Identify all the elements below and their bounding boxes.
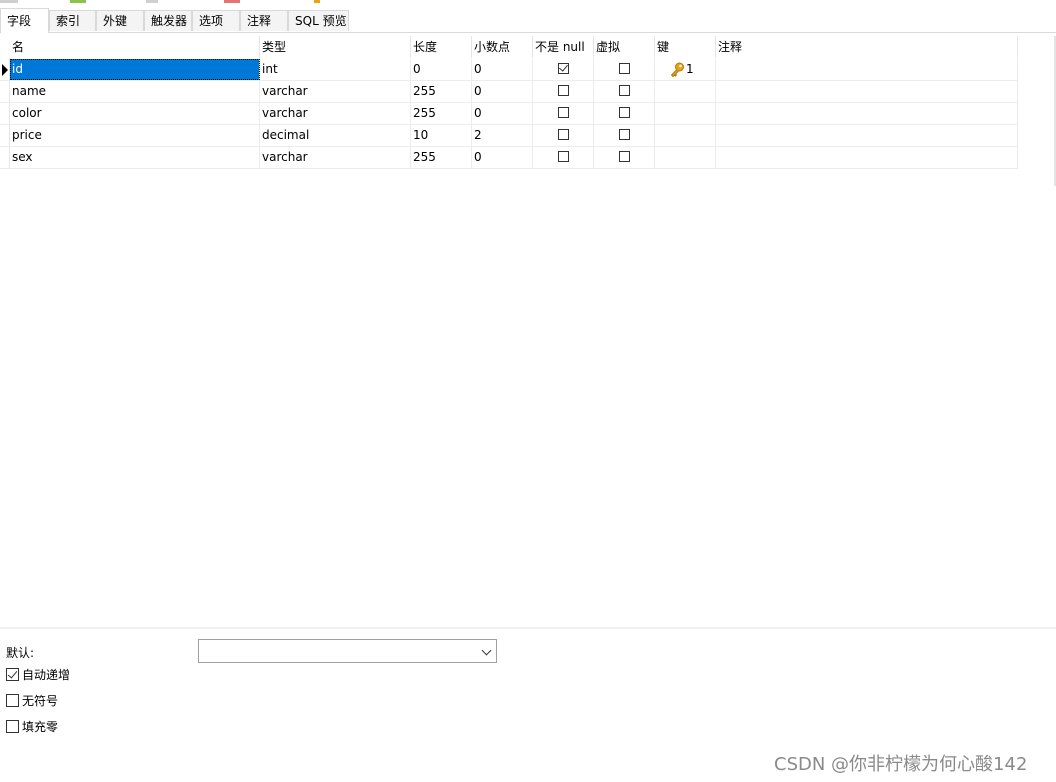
not-null-checkbox[interactable] [558,62,569,74]
field-type-cell[interactable]: varchar [260,81,411,102]
field-name-cell[interactable]: id [10,59,260,80]
unsigned-label: 无符号 [22,694,59,708]
watermark: CSDN @你非柠檬为何心酸142 [774,754,1028,775]
field-virtual-cell [594,103,655,124]
field-not-null-cell [533,59,594,80]
not-null-checkbox[interactable] [558,85,569,96]
field-decimals-cell[interactable]: 0 [472,81,533,102]
field-not-null-cell [533,103,594,124]
not-null-checkbox[interactable] [558,129,569,140]
field-comment-cell[interactable] [716,81,1018,102]
column-header-type[interactable]: 类型 [260,36,411,58]
column-header-name[interactable]: 名 [10,36,260,58]
toolbar-fragment [0,0,18,3]
field-type-cell[interactable]: decimal [260,125,411,146]
toolbar-fragment [224,0,240,3]
virtual-checkbox[interactable] [619,151,630,162]
toolbar-fragment [314,0,320,3]
current-row-pointer-icon [2,64,8,76]
field-not-null-cell [533,147,594,168]
column-header-not-null[interactable]: 不是 null [533,36,594,58]
virtual-checkbox[interactable] [619,107,630,118]
field-length-cell[interactable]: 255 [411,81,472,102]
field-comment-cell[interactable] [716,103,1018,124]
field-key-cell[interactable] [655,81,716,102]
table-row[interactable]: price decimal 10 2 [0,125,1018,147]
virtual-checkbox[interactable] [619,63,630,74]
field-key-cell[interactable] [655,147,716,168]
field-type-cell[interactable]: varchar [260,147,411,168]
table-row[interactable]: color varchar 255 0 [0,103,1018,125]
table-row[interactable]: name varchar 255 0 [0,81,1018,103]
field-decimals-cell[interactable]: 0 [472,147,533,168]
column-header-comment[interactable]: 注释 [716,36,1018,58]
field-comment-cell[interactable] [716,59,1018,80]
toolbar-fragment [70,0,86,3]
virtual-checkbox[interactable] [619,85,630,96]
chevron-down-icon[interactable] [481,645,492,656]
field-virtual-cell [594,81,655,102]
field-not-null-cell [533,81,594,102]
not-null-checkbox[interactable] [558,107,569,118]
tab-comment[interactable]: 注释 [240,10,288,31]
field-virtual-cell [594,125,655,146]
field-type-cell[interactable]: varchar [260,103,411,124]
column-header-decimals[interactable]: 小数点 [472,36,533,58]
column-header-length[interactable]: 长度 [411,36,472,58]
default-label: 默认: [6,646,35,660]
zerofill-checkbox[interactable] [6,720,19,733]
not-null-checkbox[interactable] [558,151,569,162]
tab-triggers[interactable]: 触发器 [144,10,192,31]
field-name-cell[interactable]: color [10,103,260,124]
tab-options[interactable]: 选项 [192,10,240,31]
auto-increment-label: 自动递增 [22,668,71,682]
field-virtual-cell [594,147,655,168]
field-decimals-cell[interactable]: 2 [472,125,533,146]
zerofill-label: 填充零 [22,720,59,734]
field-length-cell[interactable]: 255 [411,147,472,168]
key-order: 1 [686,62,694,76]
field-length-cell[interactable]: 0 [411,59,472,80]
field-type-cell[interactable]: int [260,59,411,80]
toolbar-fragment [146,0,158,3]
field-name-cell[interactable]: sex [10,147,260,168]
tab-foreign-keys[interactable]: 外键 [96,10,144,31]
column-header-key[interactable]: 键 [655,36,716,58]
field-name-cell[interactable]: name [10,81,260,102]
field-key-cell[interactable] [655,103,716,124]
toolbar-strip [0,0,1056,8]
field-decimals-cell[interactable]: 0 [472,103,533,124]
virtual-checkbox[interactable] [619,129,630,140]
auto-increment-checkbox[interactable] [6,668,19,681]
field-comment-cell[interactable] [716,147,1018,168]
field-key-cell[interactable] [655,125,716,146]
unsigned-checkbox[interactable] [6,694,19,707]
field-length-cell[interactable]: 255 [411,103,472,124]
field-virtual-cell [594,59,655,80]
tab-bar: 字段 索引 外键 触发器 选项 注释 SQL 预览 [0,8,1056,33]
field-comment-cell[interactable] [716,125,1018,146]
field-key-cell[interactable]: 1 [655,59,716,80]
field-not-null-cell [533,125,594,146]
tab-indexes[interactable]: 索引 [49,10,96,31]
field-decimals-cell[interactable]: 0 [472,59,533,80]
table-row[interactable]: id int 0 0 1 [0,59,1018,81]
table-row[interactable]: sex varchar 255 0 [0,147,1018,169]
field-length-cell[interactable]: 10 [411,125,472,146]
default-value-combobox[interactable] [198,639,497,663]
field-name-cell[interactable]: price [10,125,260,146]
tab-fields[interactable]: 字段 [0,8,49,33]
primary-key-icon [670,62,684,78]
tab-sql-preview[interactable]: SQL 预览 [288,10,349,31]
column-header-virtual[interactable]: 虚拟 [594,36,655,58]
